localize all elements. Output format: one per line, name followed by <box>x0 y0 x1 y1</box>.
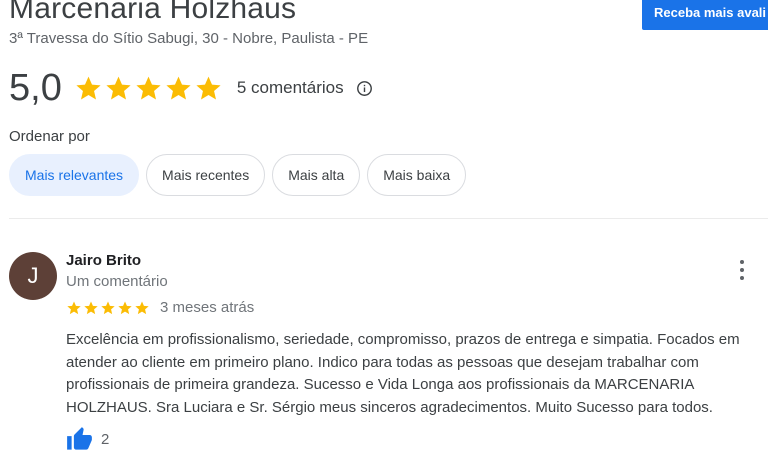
star-icon <box>67 300 81 314</box>
star-icon <box>136 76 161 99</box>
star-icon <box>196 76 221 99</box>
info-icon[interactable] <box>356 80 373 97</box>
reviewer-name[interactable]: Jairo Brito <box>66 252 141 269</box>
avatar[interactable]: J <box>9 252 57 300</box>
business-address: 3ª Travessa do Sítio Sabugi, 30 - Nobre,… <box>9 30 369 47</box>
review-text: Excelência em profissionalismo, seriedad… <box>66 331 740 416</box>
sort-chip-newest[interactable]: Mais recentes <box>146 154 266 196</box>
sort-chip-most-relevant[interactable]: Mais relevantes <box>9 154 140 196</box>
sort-options: Mais relevantes Mais recentes Mais alta … <box>9 154 467 196</box>
rating-summary: 5,0 5 comentários <box>9 66 373 110</box>
like-button[interactable]: 2 <box>66 426 109 453</box>
reviewer-review-count: Um comentário <box>66 273 168 290</box>
more-vert-icon[interactable] <box>732 257 752 283</box>
review-rating: 3 meses atrás <box>66 299 254 316</box>
business-name: Marcenaria Holzhaus <box>9 0 297 25</box>
sort-label: Ordenar por <box>9 128 90 145</box>
review-stars <box>66 300 150 316</box>
star-icon <box>135 300 149 314</box>
star-icon <box>106 76 131 99</box>
divider <box>9 218 768 219</box>
star-icon <box>76 76 101 99</box>
star-icon <box>166 76 191 99</box>
star-icon <box>118 300 132 314</box>
review-date: 3 meses atrás <box>160 299 255 316</box>
sort-chip-lowest[interactable]: Mais baixa <box>367 154 467 196</box>
sort-chip-highest[interactable]: Mais alta <box>272 154 361 196</box>
get-more-reviews-button[interactable]: Receba mais avali <box>642 0 768 30</box>
star-icon <box>101 300 115 314</box>
average-rating: 5,0 <box>9 66 62 109</box>
like-count: 2 <box>101 431 110 448</box>
rating-stars <box>74 74 223 103</box>
star-icon <box>84 300 98 314</box>
review-count[interactable]: 5 comentários <box>237 78 344 98</box>
thumbs-up-icon[interactable] <box>66 426 93 453</box>
